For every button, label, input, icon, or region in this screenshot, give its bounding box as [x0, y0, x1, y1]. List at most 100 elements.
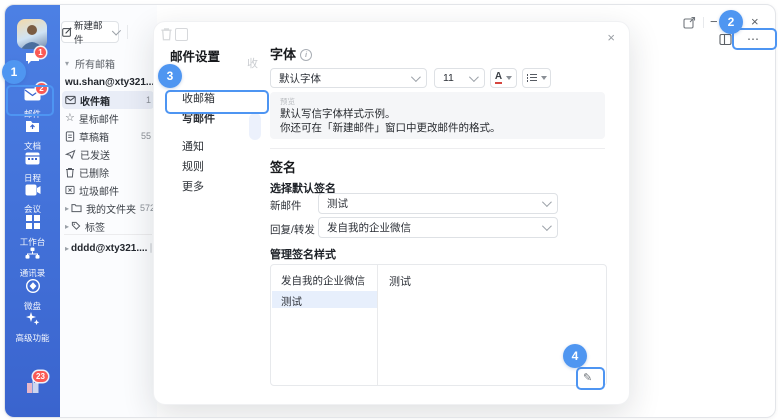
folder-drafts[interactable]: 草稿箱 55	[62, 127, 154, 145]
screenshot-stage: 1 2 邮件 文档 日程	[0, 0, 778, 420]
trash-toolbar-icon-faded	[160, 27, 173, 46]
reply-forward-label: 回复/转发	[270, 222, 315, 237]
tag-icon	[71, 221, 81, 231]
chevron-down-icon	[411, 72, 421, 82]
section-divider	[270, 148, 605, 149]
sidebar-item-mail[interactable]: 2 邮件	[5, 88, 60, 120]
folder-starred[interactable]: ☆ 星标邮件	[62, 109, 154, 127]
workspace-grid-icon	[26, 215, 40, 229]
inbox-icon	[65, 95, 76, 105]
signature-list: 发自我的企业微信 测试	[271, 265, 378, 385]
collapse-triangle-icon: ▾	[65, 59, 69, 68]
compose-button[interactable]: 新建邮件	[61, 21, 119, 43]
font-color-button[interactable]: A	[490, 68, 517, 88]
annotation-step-2: 2	[719, 10, 743, 34]
chevron-down-icon	[469, 72, 479, 82]
folder-sent[interactable]: 已发送	[62, 145, 154, 163]
controls-separator	[703, 17, 704, 28]
font-preview-box: 预览 默认写信字体样式示例。 你还可在「新建邮件」窗口中更改邮件的格式。	[270, 92, 605, 139]
compose-label: 新建邮件	[74, 18, 107, 46]
avatar-image	[17, 19, 47, 49]
sidebar-item-calendar[interactable]: 日程	[5, 151, 60, 184]
close-button[interactable]: ×	[751, 16, 759, 28]
drive-icon	[26, 279, 40, 293]
info-icon: i	[300, 49, 312, 61]
list-header-faded: 收	[247, 55, 258, 71]
modal-close-icon[interactable]: ×	[607, 30, 615, 45]
more-options-button[interactable]: ⋯	[735, 31, 772, 46]
folder-junk[interactable]: 垃圾邮件	[62, 181, 154, 199]
mail-settings-modal: × 邮件设置 收邮箱 写邮件 通知 规则 更多 字体i 默认字体 11 A	[153, 21, 630, 405]
list-style-button[interactable]	[522, 68, 551, 88]
folder-inbox[interactable]: 收件箱 1	[62, 91, 154, 109]
faded-avatar-capsule	[249, 113, 261, 140]
sidebar-item-apps[interactable]: 23	[5, 377, 60, 400]
sidebar-item-label: 通讯录	[5, 267, 60, 279]
app-window: 1 2 邮件 文档 日程	[4, 4, 776, 418]
star-icon: ☆	[65, 113, 75, 123]
signature-item[interactable]: 发自我的企业微信	[281, 273, 365, 288]
toolbar-separator	[127, 25, 128, 39]
caret-down-icon	[506, 76, 512, 80]
settings-nav-rules[interactable]: 规则	[182, 158, 204, 174]
caret-down-icon	[541, 76, 547, 80]
font-color-a: A	[495, 72, 502, 84]
settings-nav-compose[interactable]: 写邮件	[182, 110, 215, 126]
font-section-heading: 字体i	[270, 44, 312, 63]
signature-section-heading: 签名	[270, 157, 296, 176]
signature-manage-box: 发自我的企业微信 测试 测试	[270, 264, 607, 386]
annotation-step-1: 1	[2, 60, 26, 84]
font-size-select[interactable]: 11	[434, 68, 485, 88]
modal-title: 邮件设置	[170, 46, 220, 65]
sidebar-item-contacts[interactable]: 通讯录	[5, 247, 60, 279]
folder-group-all[interactable]: ▾ 所有邮箱	[62, 54, 154, 72]
minimize-button[interactable]: −	[710, 16, 718, 28]
reply-signature-select[interactable]: 发自我的企业微信	[318, 217, 558, 238]
reading-layout-icon[interactable]	[719, 33, 732, 51]
draft-icon	[65, 131, 75, 142]
settings-nav-more[interactable]: 更多	[182, 178, 204, 194]
folder-tags[interactable]: ▸ 标签	[62, 217, 154, 235]
toolbar-icon-faded	[175, 28, 188, 41]
signature-item-selected[interactable]: 测试	[272, 291, 377, 308]
account-row-primary[interactable]: wu.shan@xty321....	[62, 73, 154, 91]
settings-nav-notifications[interactable]: 通知	[182, 138, 204, 154]
new-mail-signature-select[interactable]: 测试	[318, 193, 558, 214]
new-mail-label: 新邮件	[270, 198, 302, 213]
panel-divider	[64, 234, 152, 235]
sidebar-item-meeting[interactable]: 会议	[5, 183, 60, 215]
sidebar-item-label: 高级功能	[5, 332, 60, 344]
expand-triangle-icon: ▸	[65, 244, 69, 253]
apps-badge: 23	[33, 371, 48, 382]
sparkle-icon	[26, 311, 40, 325]
folder-panel: ▾ 所有邮箱 wu.shan@xty321.... 收件箱 1 ☆ 星标邮件 草…	[60, 5, 157, 417]
avatar[interactable]	[17, 19, 47, 49]
font-family-select[interactable]: 默认字体	[270, 68, 427, 88]
compose-icon	[62, 27, 72, 37]
account-row-secondary[interactable]: ▸ dddd@xty321....	[62, 239, 154, 257]
popout-window-icon[interactable]	[683, 16, 696, 34]
more-icon: ⋯	[747, 35, 760, 43]
folder-trash[interactable]: 已删除	[62, 163, 154, 181]
chat-unread-badge: 1	[35, 47, 46, 58]
sidebar-item-docs[interactable]: 文档	[5, 119, 60, 152]
folder-myfolders[interactable]: ▸ 我的文件夹 572	[62, 199, 154, 217]
junk-icon	[65, 185, 75, 195]
signature-preview-text: 测试	[389, 273, 411, 289]
calendar-icon	[25, 151, 40, 165]
preview-line1: 默认写信字体样式示例。	[280, 106, 396, 121]
mail-unread-badge: 2	[36, 83, 47, 94]
sidebar-item-advanced[interactable]: 高级功能	[5, 311, 60, 344]
sidebar-item-label: 会议	[5, 203, 60, 215]
expand-triangle-icon: ▸	[65, 204, 69, 213]
sidebar-item-workspace[interactable]: 工作台	[5, 215, 60, 248]
annotation-step-3: 3	[158, 64, 182, 88]
folder-icon	[71, 203, 82, 213]
sidebar-item-drive[interactable]: 微盘	[5, 279, 60, 312]
settings-nav-mailbox[interactable]: 收邮箱	[182, 90, 215, 106]
manage-signature-heading: 管理签名样式	[270, 246, 336, 262]
contacts-icon	[25, 247, 40, 260]
expand-triangle-icon: ▸	[65, 222, 69, 231]
preview-line2: 你还可在「新建邮件」窗口中更改邮件的格式。	[280, 120, 501, 135]
document-icon	[25, 119, 40, 133]
